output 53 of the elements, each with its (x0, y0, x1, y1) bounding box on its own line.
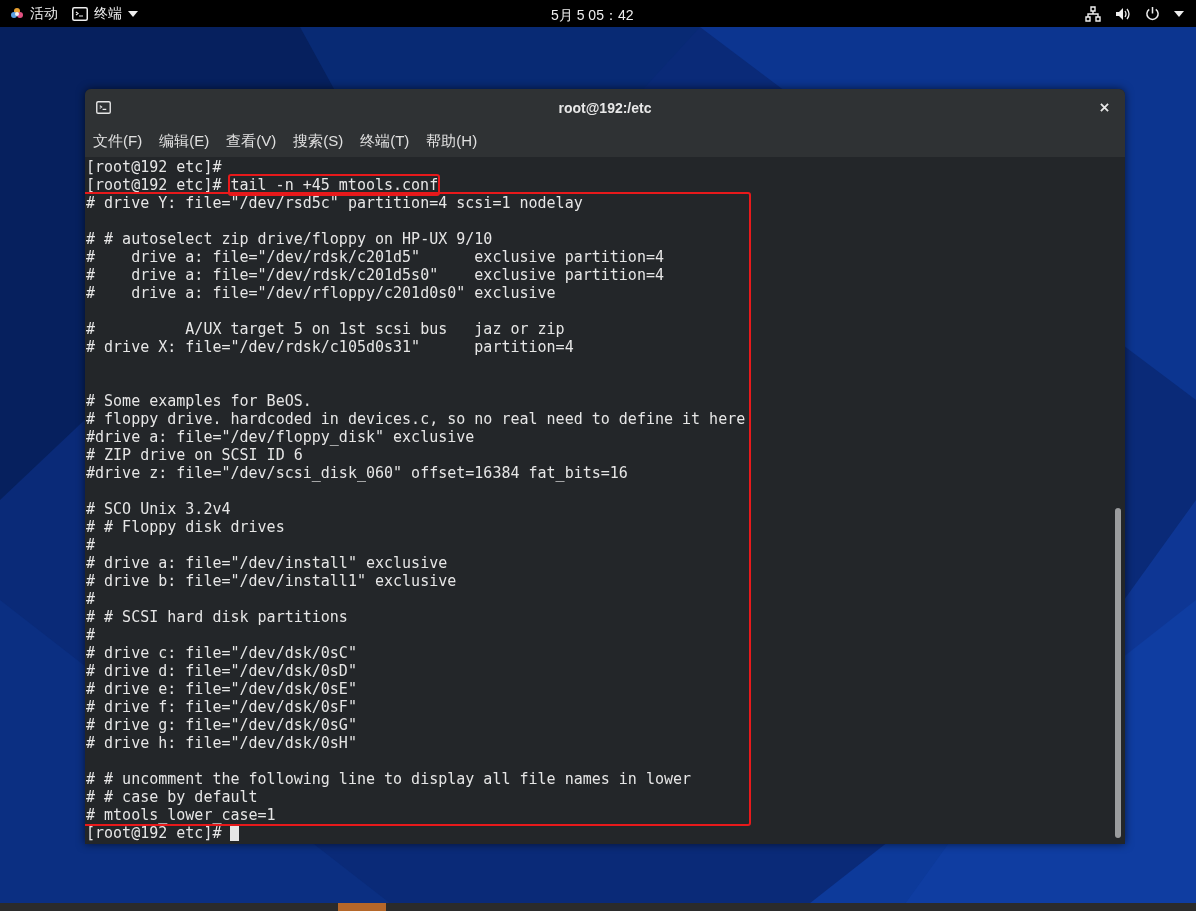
window-title: root@192:/etc (558, 99, 652, 118)
app-menu[interactable]: 终端 (72, 3, 138, 24)
output-line: # SCO Unix 3.2v4 (86, 500, 231, 518)
menu-item[interactable]: 编辑(E) (159, 129, 210, 153)
menu-item[interactable]: 查看(V) (226, 129, 277, 153)
shell-prompt: [root@192 etc]# (86, 176, 222, 194)
output-line: # drive d: file="/dev/dsk/0sD" (86, 662, 357, 680)
output-line: # drive f: file="/dev/dsk/0sF" (86, 698, 357, 716)
output-line: # drive Y: file="/dev/rsd5c" partition=4 scsi=1 nodelay (86, 194, 583, 212)
output-line: # drive c: file="/dev/dsk/0sC" (86, 644, 357, 662)
output-line: # drive g: file="/dev/dsk/0sG" (86, 716, 357, 734)
output-line: # (86, 590, 96, 608)
output-line: # drive h: file="/dev/dsk/0sH" (86, 734, 357, 752)
output-line: # drive e: file="/dev/dsk/0sE" (86, 680, 357, 698)
output-line: # (86, 536, 96, 554)
output-line: #drive a: file="/dev/floppy_disk" exclusive (86, 428, 475, 446)
output-line: # mtools_lower_case=1 (86, 806, 276, 824)
power-icon[interactable] (1145, 6, 1160, 21)
close-icon (1099, 102, 1109, 112)
caret-icon (1174, 10, 1184, 17)
output-line: # # SCSI hard disk partitions (86, 608, 348, 626)
activities-button[interactable]: 活动 (10, 3, 58, 24)
command-text: tail -n +45 mtools.conf (230, 176, 439, 194)
output-line: #drive z: file="/dev/scsi_disk_060" offset=16384 fat_bits=16 (86, 464, 628, 482)
output-line: # drive a: file="/dev/rfloppy/c201d0s0" exclusive (86, 284, 556, 302)
output-line: # (86, 626, 96, 644)
caret-icon (128, 10, 138, 17)
scrollbar-thumb[interactable] (1115, 508, 1121, 838)
menu-item[interactable]: 文件(F) (93, 129, 143, 153)
output-line: # drive b: file="/dev/install1" exclusive (86, 572, 457, 590)
output-line: # floppy drive. hardcoded in devices.c, so no real need to define it here (86, 410, 746, 428)
network-icon[interactable] (1085, 5, 1101, 22)
output-line: # ZIP drive on SCSI ID 6 (86, 446, 303, 464)
clock[interactable]: 5月 5 05：42 (551, 5, 634, 26)
output-line: # drive a: file="/dev/rdsk/c201d5" exclusive partition=4 (86, 248, 664, 266)
output-line: # # uncomment the following line to display all file names in lower (86, 770, 692, 788)
menu-item[interactable]: 终端(T) (360, 129, 410, 153)
output-line: # # autoselect zip drive/floppy on HP-UX 9/10 (86, 230, 493, 248)
output-line: # A/UX target 5 on 1st scsi bus jaz or zip (86, 320, 565, 338)
output-line: # drive a: file="/dev/rdsk/c201d5s0" exclusive partition=4 (86, 266, 664, 284)
terminal-icon (72, 6, 88, 21)
menu-item[interactable]: 帮助(H) (426, 129, 478, 153)
output-line: # # case by default (86, 788, 258, 806)
terminal-icon (96, 100, 111, 114)
menu-item[interactable]: 搜索(S) (293, 129, 344, 153)
output-line: # Some examples for BeOS. (86, 392, 312, 410)
shell-prompt: [root@192 etc]# (86, 824, 222, 842)
flower-icon (10, 6, 24, 21)
output-line: # drive X: file="/dev/rdsk/c105d0s31" partition=4 (86, 338, 574, 356)
output-line: # drive a: file="/dev/install" exclusive (86, 554, 448, 572)
shell-prompt: [root@192 etc]# (86, 158, 222, 176)
volume-icon[interactable] (1115, 6, 1131, 21)
output-line: # # Floppy disk drives (86, 518, 285, 536)
